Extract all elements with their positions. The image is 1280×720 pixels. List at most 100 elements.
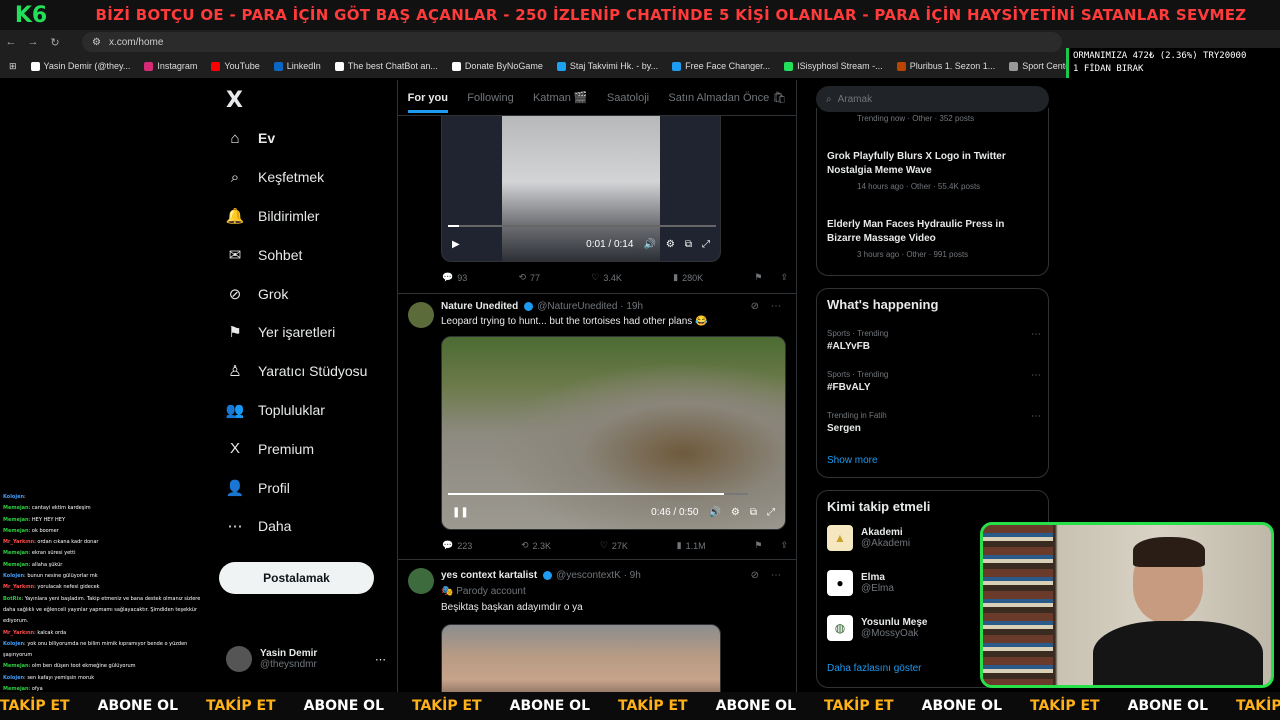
fullscreen-icon[interactable]: ⤢ [767,507,775,518]
post-2[interactable]: Nature Unedited @NatureUnedited · 19h ⊘ … [398,294,796,560]
trend-item[interactable]: Elderly Man Faces Hydraulic Press in Biz… [827,218,1037,259]
more-icon[interactable]: ⋯ [375,653,386,666]
trend-item[interactable]: Trending in Fatih Sergen ⋯ [827,411,1041,434]
site-info-icon[interactable]: ⚙ [92,37,101,48]
pip-icon[interactable]: ⧉ [750,507,757,518]
chat-text: : olm ben düşen toot ekmeğine gülüyorum [28,663,136,670]
more-icon[interactable]: ⋯ [1031,411,1041,422]
tab-0[interactable]: For you [407,92,448,113]
favicon-icon [896,61,906,71]
settings-icon[interactable]: ⚙ [731,507,740,518]
account-switcher[interactable]: Yasin Demir @theysndmr ⋯ [226,642,386,676]
fullscreen-icon[interactable]: ⤢ [702,239,710,250]
like-button[interactable]: ♡ 27K [600,540,628,551]
video-player[interactable]: ▶ 0:01 / 0:14 🔊 ⚙ ⧉ ⤢ [441,116,721,262]
bookmark-item[interactable]: ISisyphosl Stream -... [779,61,888,71]
nav-explore[interactable]: ⌕ Keşfetmek [210,158,396,197]
post-image[interactable] [441,624,721,692]
address-bar[interactable]: ⚙ x.com/home [82,32,1062,52]
more-icon: ⋯ [227,518,243,536]
chat-text: : allaha şükür [28,561,63,568]
nav-premium[interactable]: X Premium [210,429,396,468]
show-more-link[interactable]: Show more [827,455,878,466]
tab-1[interactable]: Following [467,92,513,104]
bookmark-item[interactable]: Yasin Demir (@they... [26,61,136,71]
more-icon[interactable]: ⋯ [1031,329,1041,340]
views-button[interactable]: ▮ 1.1M [677,540,706,551]
trend-title: Elderly Man Faces Hydraulic Press in Biz… [827,219,1005,244]
like-button[interactable]: ♡ 3.4K [591,272,622,283]
nav-bookmarks[interactable]: ⚑ Yer işaretleri [210,313,396,352]
post-text: Beşiktaş başkan adayımdır o ya [441,602,583,613]
play-icon[interactable]: ▶ [452,239,460,250]
video-player[interactable]: ❚❚ 0:46 / 0:50 🔊 ⚙ ⧉ ⤢ [441,336,786,530]
nav-communities[interactable]: 👥 Topluluklar [210,391,396,430]
chat-message: Mr_Yarkınn: kalcak orda [3,628,212,639]
author-name[interactable]: yes context kartalist [441,570,537,581]
bookmark-button[interactable]: ⚑ ⇪ [754,540,788,551]
bookmark-item[interactable]: Free Face Changer... [667,61,775,71]
apps-icon[interactable]: ⊞ [4,61,22,72]
subscribe-text: ABONE OL [97,698,178,714]
nav-profile[interactable]: 👤 Profil [210,468,396,507]
show-more-link[interactable]: Daha fazlasını göster [827,663,922,674]
trend-item[interactable]: Sports · Trending #ALYvFB ⋯ [827,329,1041,352]
grok-icon[interactable]: ⊘ [751,570,759,581]
follow-text: TAKİP ET [824,698,894,714]
grok-icon[interactable]: ⊘ [751,301,759,312]
nav-home[interactable]: ⌂ Ev [210,119,396,158]
nav-label: Bildirimler [258,207,320,224]
reply-button[interactable]: 💬 223 [442,540,472,551]
trend-item[interactable]: Trending now · Other · 352 posts [827,114,974,123]
post-button[interactable]: Postalamak [219,562,374,594]
subscribe-text: ABONE OL [1127,698,1208,714]
reload-icon[interactable]: ↻ [44,36,66,49]
chat-username: Mr_Yarkınn [3,539,35,546]
bookmark-label: Free Face Changer... [685,61,771,71]
bookmark-item[interactable]: Donate ByNoGame [447,61,548,71]
bookmarks-icon: ⚑ [228,324,242,342]
volume-icon[interactable]: 🔊 [708,507,720,518]
forward-icon[interactable]: → [22,36,44,48]
bookmark-item[interactable]: Staj Takvimi Hk. - by... [552,61,663,71]
bookmark-item[interactable]: The best ChatBot an... [330,61,443,71]
back-icon[interactable]: ← [0,36,22,48]
pip-icon[interactable]: ⧉ [685,239,692,250]
share-icon[interactable]: ⇪ [780,272,788,283]
trend-item[interactable]: Grok Playfully Blurs X Logo in Twitter N… [827,150,1037,191]
nav-more[interactable]: ⋯ Daha [210,507,396,546]
reply-button[interactable]: 💬 93 [442,272,467,283]
settings-icon[interactable]: ⚙ [666,239,675,250]
volume-icon[interactable]: 🔊 [643,239,655,250]
creator-studio-icon: ♙ [228,363,242,381]
more-icon[interactable]: ⋯ [1031,370,1041,381]
bookmark-label: Instagram [157,61,198,71]
tab-3[interactable]: Saatoloji [607,92,649,104]
author-handle[interactable]: @yescontextK · 9h [556,570,641,581]
author-name[interactable]: Nature Unedited [441,301,518,312]
bookmark-item[interactable]: Instagram [139,61,202,71]
nav-messages[interactable]: ✉ Sohbet [210,235,396,274]
nav-creator-studio[interactable]: ♙ Yaratıcı Stüdyosu [210,352,396,391]
post-3[interactable]: yes context kartalist @yescontextK · 9h … [398,560,796,692]
bookmark-button[interactable]: ⚑ ⇪ [754,272,788,283]
nav-notifications[interactable]: 🔔 Bildirimler [210,197,396,236]
pause-icon[interactable]: ❚❚ [452,507,469,518]
nav-grok[interactable]: ⊘ Grok [210,274,396,313]
more-icon[interactable]: ⋯ [771,570,781,581]
bookmark-item[interactable]: LinkedIn [269,61,326,71]
share-icon[interactable]: ⇪ [780,540,788,551]
repost-button[interactable]: ⟲ 77 [518,272,540,283]
post-1[interactable]: ▶ 0:01 / 0:14 🔊 ⚙ ⧉ ⤢ 💬 93 ⟲ 77 ♡ 3.4K ▮ 280… [398,116,796,294]
tab-2[interactable]: Katman 🎬 [533,91,588,104]
bookmark-item[interactable]: Pluribus 1. Sezon 1... [892,61,1001,71]
repost-button[interactable]: ⟲ 2.3K [521,540,551,551]
tab-4[interactable]: Satın Almadan Önce 🛍 [668,91,786,104]
trend-item[interactable]: Sports · Trending #FBvALY ⋯ [827,370,1041,393]
messages-icon: ✉ [228,246,242,264]
follow-text: TAKİP ET [1030,698,1100,714]
bookmark-item[interactable]: YouTube [206,61,264,71]
more-icon[interactable]: ⋯ [771,301,781,312]
views-button[interactable]: ▮ 280K [673,272,703,283]
author-handle[interactable]: @NatureUnedited · 19h [537,301,643,312]
